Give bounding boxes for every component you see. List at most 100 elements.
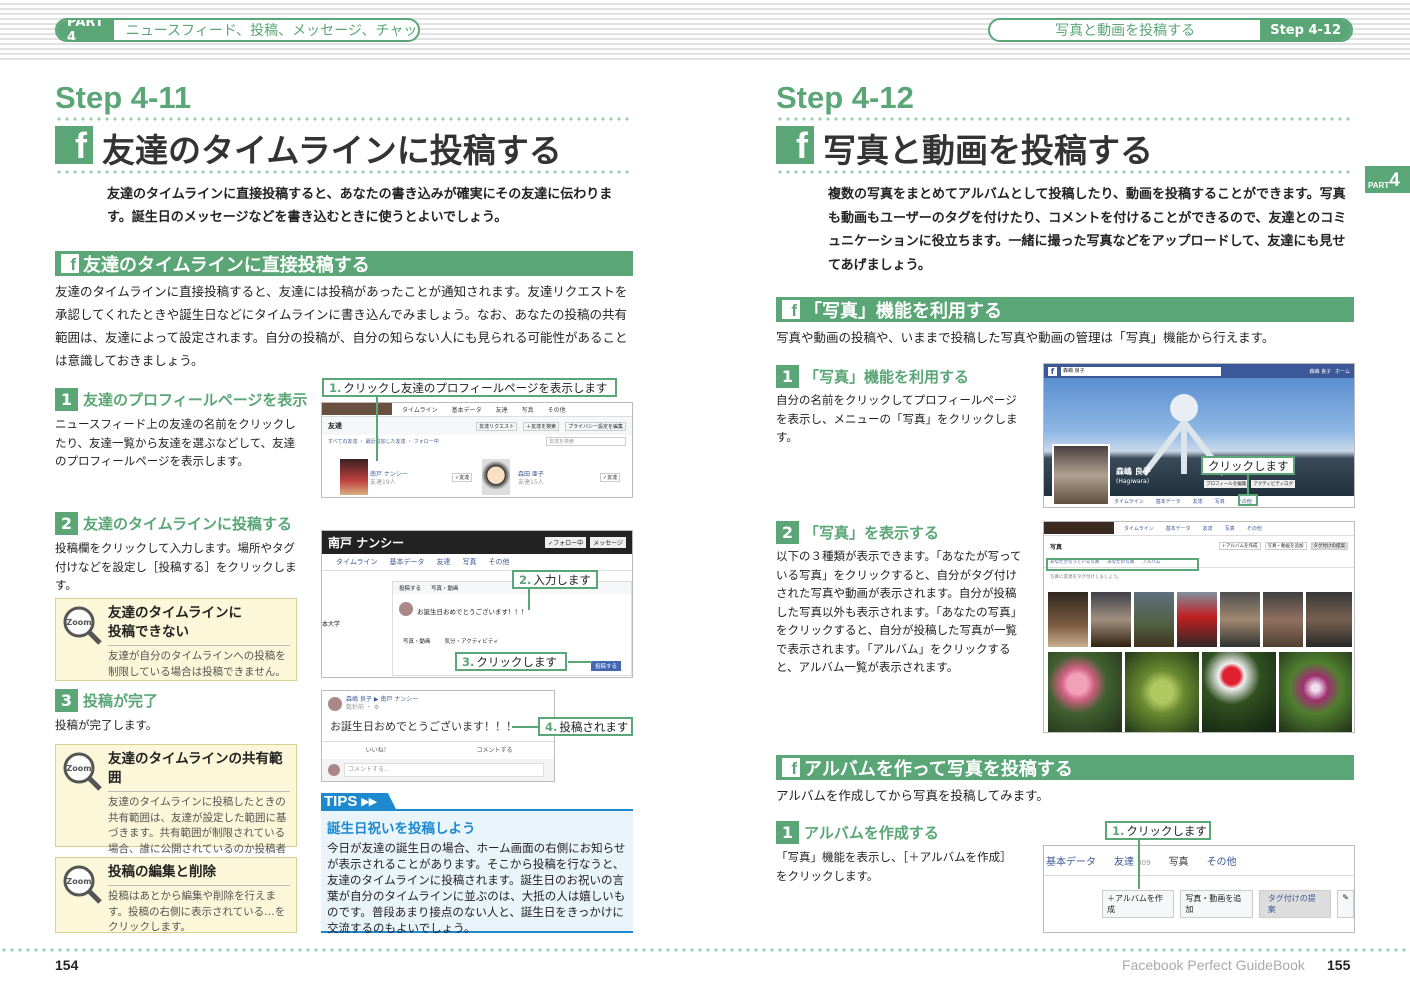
step-title: 「写真」機能を利用する (804, 367, 970, 386)
step-number: 2 (55, 511, 78, 535)
pencil-icon: ✎ (1337, 890, 1354, 918)
zoom-body: 友達が自分のタイムラインへの投稿を制限している場合は投稿できません。 (108, 650, 286, 678)
left-section-bar: f 友達のタイムラインに直接投稿する (55, 251, 633, 276)
right-header-title: 写真と動画を投稿する (1055, 23, 1196, 39)
part-label: PART 4 (57, 20, 114, 40)
callout-text: クリックします (476, 654, 557, 669)
tab: 基本データ (1155, 499, 1181, 505)
callout-line (568, 661, 592, 663)
tab: タイムライン (1114, 499, 1144, 505)
photo-option: 写真・動画 (403, 639, 431, 645)
photo-thumb (1091, 592, 1131, 647)
left-intro: 友達のタイムラインに直接投稿すると、あなたの書き込みが確実にその友達に伝わります… (107, 187, 613, 225)
photo-thumb (1220, 592, 1260, 647)
friend-name: 森田 亜子 (518, 471, 544, 478)
callout-num: 1. (1112, 823, 1125, 838)
right-step-2-body: 以下の３種類が表示できます。「あなたが写っている写真」をクリックすると、自分がタ… (776, 549, 1022, 674)
part-tab-number: 4 (1389, 170, 1400, 191)
photo-thumb (1048, 592, 1088, 647)
left-step-number: Step 4-11 (55, 80, 192, 115)
comment-button: コメントする (476, 747, 513, 754)
tab-label: 友達 (1114, 857, 1134, 868)
tab: 友達 309 (1114, 853, 1151, 868)
tab: その他 (1206, 857, 1237, 868)
callout-album: 1. クリックします (1105, 821, 1211, 840)
tab: その他 (1246, 526, 1262, 532)
step-title: 友達のプロフィールページを表示 (83, 390, 308, 409)
left-step-1-body: ニュースフィード上の友達の名前をクリックしたり、友達一覧から友達を選ぶなどして、… (55, 417, 296, 468)
photos-label: 写真 (1050, 543, 1063, 551)
right-header-step: Step 4-12 (1260, 20, 1351, 40)
callout-text: クリックし友達のプロフィールページを表示します (343, 380, 608, 395)
leaf-photo (1125, 652, 1199, 732)
friend-count: 友達15人 (518, 479, 544, 486)
zoom-title-line: 友達のタイムラインに (108, 605, 243, 621)
left-page-number: 154 (55, 957, 79, 973)
right-step-1: 1 「写真」機能を利用する (776, 364, 969, 388)
footer-dots (0, 948, 1410, 952)
left-header-title: ニュースフィード、投稿、メッセージ、チャット (125, 23, 420, 39)
facebook-icon: f (776, 126, 814, 164)
post-tab: 写真・動画 (431, 586, 459, 592)
tab: 基本データ (451, 407, 482, 414)
right-section-1-bar: f 「写真」機能を利用する (776, 297, 1354, 322)
like-button: いいね！ (365, 747, 390, 754)
profile-name: 南戸 ナンシー (328, 536, 405, 550)
zoom-label: Zoom (66, 618, 91, 627)
tag-note: 写真に友達をタグ付けしましょう。 (1050, 575, 1122, 580)
left-section-title: 友達のタイムラインに直接投稿する (83, 254, 370, 276)
zoom-box: Zoom 友達のタイムラインに 投稿できない 友達が自分のタイムラインへの投稿を制… (55, 598, 297, 681)
step-number: 1 (776, 364, 799, 388)
sidebar-text: 本大学 (322, 621, 341, 628)
right-step-1-body: 自分の名前をクリックしてプロフィールページを表示し、メニューの「写真」をクリック… (776, 393, 1018, 444)
left-step-2-body: 投稿欄をクリックして入力します。場所やタグ付けなどを設定し［投稿する］をクリック… (55, 541, 297, 592)
tab: 写真 (1168, 857, 1189, 868)
left-dots-bottom (55, 170, 633, 174)
magnifier-icon: Zoom (63, 752, 102, 791)
filters-highlight (1046, 558, 1199, 571)
post-tab: 投稿する (399, 586, 422, 592)
callout-line (528, 588, 530, 610)
magnifier-icon: Zoom (63, 865, 102, 904)
step-title: アルバムを作成する (804, 823, 939, 842)
callout-line (1247, 474, 1249, 495)
completed-post-screenshot: 森嶋 良子 ▶ 南戸 ナンシー 数秒前 ・ ⚙ お誕生日おめでとうございます！！… (321, 690, 555, 782)
right-intro: 複数の写真をまとめてアルバムとして投稿したり、動画を投稿することができます。写真… (828, 187, 1347, 273)
left-section-body: 友達のタイムラインに直接投稿すると、友達には投稿があったことが通知されます。友達… (55, 284, 628, 368)
tips-box: 誕生日祝いを投稿しよう 今日が友達の誕生日の場合、ホーム画面の右側にお知らせが表… (321, 809, 633, 935)
create-album-screenshot: 基本データ 友達 309 写真 その他 ＋アルバムを作成 写真・動画を追加 タグ… (1043, 845, 1355, 933)
nav-home: ホーム (1335, 368, 1350, 375)
step-title: 「写真」を表示する (804, 523, 940, 542)
left-step-1: 1 友達のプロフィールページを表示 (55, 387, 307, 411)
callout-1: 1. クリックし友達のプロフィールページを表示します (322, 378, 617, 397)
magnifier-icon: Zoom (63, 606, 102, 645)
tips-title: 誕生日祝いを投稿しよう (327, 821, 476, 837)
callout-line (1138, 836, 1140, 889)
zoom-box: Zoom 投稿の編集と削除 投稿はあとから編集や削除を行えます。投稿の右側に表示… (55, 857, 297, 933)
friend-button: ✓友達 (452, 473, 473, 482)
friend-name: 南戸 ナンシー (370, 471, 408, 478)
callout-num: 4. (545, 719, 558, 734)
step-title: 友達のタイムラインに投稿する (83, 514, 292, 533)
privacy-button: プライバシー設定を編集 (565, 421, 626, 431)
callout-text: 入力します (533, 572, 591, 587)
right-page-title: 写真と動画を投稿する (823, 131, 1153, 170)
tab: 友達 (1192, 499, 1203, 505)
tab: 友達 (495, 407, 508, 414)
callout-line (376, 396, 378, 461)
left-page-title: 友達のタイムラインに投稿する (102, 131, 562, 170)
post-author: 森嶋 良子 ▶ 南戸 ナンシー (346, 696, 419, 703)
tips-label-text: TIPS (324, 793, 358, 810)
callout-num: 3. (462, 654, 475, 669)
right-dots-top (776, 117, 1354, 121)
nav-profile: 森嶋 良子 (1309, 368, 1332, 375)
step-number: 1 (776, 820, 799, 844)
right-step-2: 2 「写真」を表示する (776, 520, 939, 544)
tab: 基本データ (1165, 526, 1191, 532)
submit-button: 投稿する (591, 661, 622, 671)
friend-count: 友達19人 (370, 479, 396, 486)
post-meta: 数秒前 ・ ⚙ (346, 704, 380, 711)
tab: タイムライン (1124, 526, 1154, 532)
left-step-2: 2 友達のタイムラインに投稿する (55, 511, 292, 535)
tab: 写真 (462, 558, 477, 566)
